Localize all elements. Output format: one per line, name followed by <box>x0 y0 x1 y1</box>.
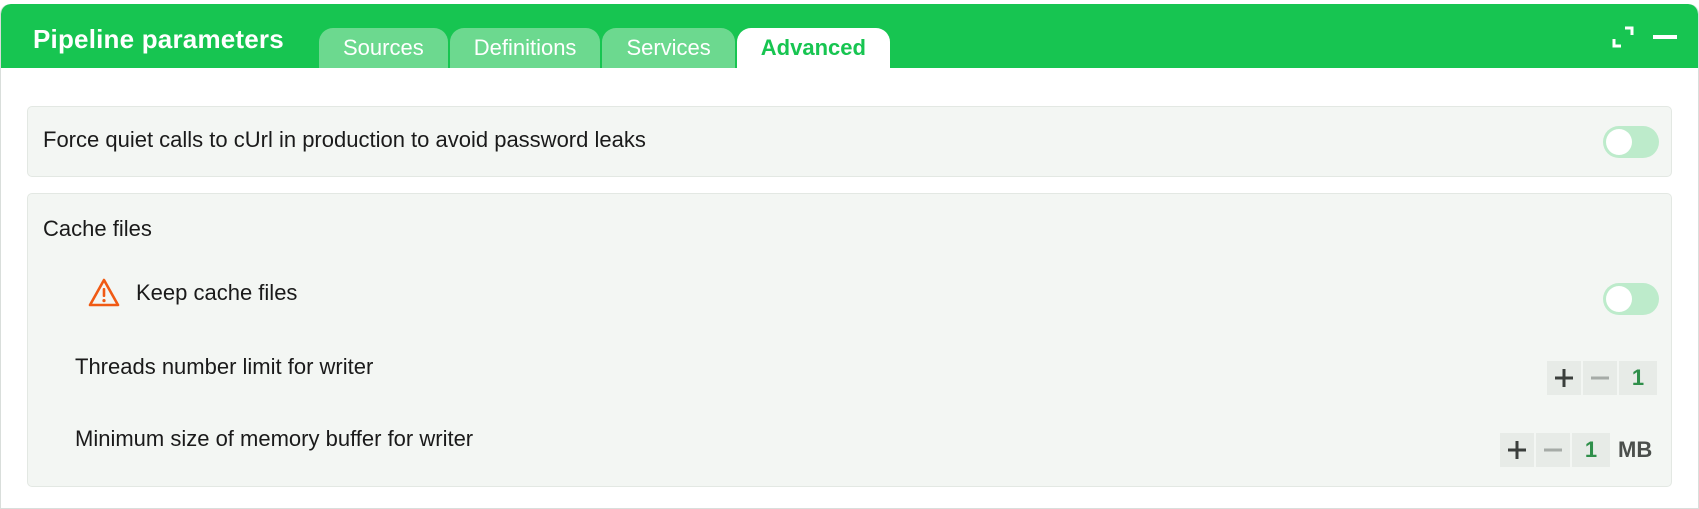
tab-label: Definitions <box>473 35 577 60</box>
increment-button[interactable] <box>1500 433 1534 467</box>
toggle-knob <box>1606 286 1632 312</box>
tab-label: Services <box>626 35 711 60</box>
threads-limit-label: Threads number limit for writer <box>75 354 374 379</box>
expand-button[interactable] <box>1610 24 1636 50</box>
panel-header: Pipeline parameters Sources Definitions … <box>1 4 1698 68</box>
tab-sources[interactable]: Sources <box>319 28 448 68</box>
quiet-curl-toggle[interactable] <box>1603 126 1659 158</box>
tab-label: Advanced <box>760 35 866 60</box>
tab-advanced[interactable]: Advanced <box>736 28 890 68</box>
memory-buffer-stepper: 1 MB <box>1500 433 1652 467</box>
setting-quiet-curl: Force quiet calls to cUrl in production … <box>27 106 1672 177</box>
threads-limit-value[interactable]: 1 <box>1619 361 1657 395</box>
plus-icon <box>1555 369 1573 387</box>
toggle-knob <box>1606 129 1632 155</box>
keep-cache-toggle[interactable] <box>1603 283 1659 315</box>
minimize-icon <box>1653 35 1677 39</box>
tab-label: Sources <box>343 35 424 60</box>
tab-services[interactable]: Services <box>602 28 735 68</box>
tab-bar: Sources Definitions Services Advanced <box>319 28 892 68</box>
tab-definitions[interactable]: Definitions <box>449 28 601 68</box>
minus-icon <box>1544 448 1562 452</box>
pipeline-parameters-panel: Pipeline parameters Sources Definitions … <box>0 4 1699 509</box>
plus-icon <box>1508 441 1526 459</box>
warning-icon <box>88 278 120 307</box>
quiet-curl-label: Force quiet calls to cUrl in production … <box>43 127 646 152</box>
decrement-button[interactable] <box>1536 433 1570 467</box>
minimize-button[interactable] <box>1652 24 1678 50</box>
keep-cache-label: Keep cache files <box>136 280 298 305</box>
memory-unit: MB <box>1618 437 1653 462</box>
memory-buffer-value[interactable]: 1 <box>1572 433 1610 467</box>
increment-button[interactable] <box>1547 361 1581 395</box>
memory-buffer-label: Minimum size of memory buffer for writer <box>75 426 474 451</box>
expand-icon <box>1612 26 1634 48</box>
panel-title: Pipeline parameters <box>33 24 284 54</box>
minus-icon <box>1591 376 1609 380</box>
section-cache-files: Cache files Keep cache files Threads num… <box>27 193 1672 487</box>
window-controls <box>1610 24 1678 50</box>
cache-section-label: Cache files <box>43 216 152 241</box>
decrement-button[interactable] <box>1583 361 1617 395</box>
threads-limit-stepper: 1 <box>1547 361 1657 395</box>
